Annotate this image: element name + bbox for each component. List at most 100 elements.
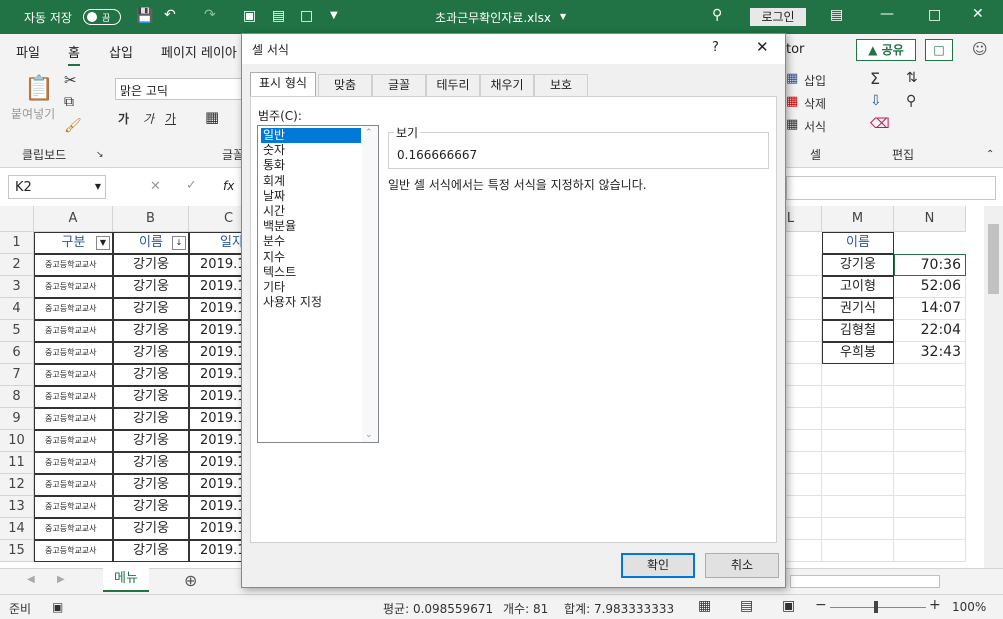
clipboard-launcher-icon[interactable]: ↘ — [96, 150, 104, 160]
tab-partial[interactable]: tor — [786, 42, 804, 57]
find-select-icon[interactable]: ⚲ — [906, 93, 916, 109]
table-cell[interactable] — [822, 474, 894, 496]
table-cell[interactable]: 강기웅 — [113, 496, 189, 518]
summary-time-cell[interactable]: 22:04 — [894, 320, 966, 342]
table-cell[interactable]: 강기웅 — [113, 364, 189, 386]
add-sheet-icon[interactable]: ⊕ — [184, 571, 197, 590]
summary-time-cell[interactable]: 70:36 — [894, 254, 966, 276]
row-header[interactable]: 13 — [0, 496, 34, 518]
copy-icon[interactable]: ⧉ — [64, 94, 74, 110]
scroll-next-sheet-icon[interactable]: ▶ — [57, 574, 65, 585]
title-dropdown-icon[interactable]: ▼ — [560, 12, 566, 21]
normal-view-icon[interactable]: ▦ — [698, 598, 711, 614]
summary-time-cell[interactable]: 32:43 — [894, 342, 966, 364]
function-icon[interactable]: fx — [223, 179, 234, 193]
save-icon[interactable]: 💾 — [136, 8, 153, 24]
category-item[interactable]: 분수 — [261, 234, 361, 249]
formula-input[interactable] — [786, 176, 996, 200]
insert-cells-icon[interactable]: ▦ — [786, 71, 798, 86]
sort-filter-active-icon[interactable]: ↓ — [172, 236, 186, 250]
row-header[interactable]: 9 — [0, 408, 34, 430]
comments-button[interactable]: □ — [925, 39, 953, 61]
table-cell[interactable]: 강기웅 — [113, 342, 189, 364]
table-cell[interactable] — [894, 540, 966, 562]
category-item[interactable]: 텍스트 — [261, 265, 361, 280]
autosum-icon[interactable]: Σ — [870, 69, 880, 88]
category-item[interactable]: 날짜 — [261, 189, 361, 204]
table-cell[interactable] — [822, 386, 894, 408]
undo-icon[interactable]: ↶ — [164, 7, 176, 23]
table-header-cell[interactable]: 이름 — [822, 232, 894, 254]
summary-name-cell[interactable]: 김형철 — [822, 320, 894, 342]
table-cell[interactable]: 강기웅 — [113, 254, 189, 276]
table-cell[interactable] — [894, 408, 966, 430]
row-header[interactable]: 4 — [0, 298, 34, 320]
collapse-ribbon-icon[interactable]: ⌃ — [986, 149, 994, 160]
table-cell[interactable]: 중고등학교교사 — [34, 408, 113, 430]
table-cell[interactable]: 중고등학교교사 — [34, 254, 113, 276]
zoom-slider[interactable] — [830, 607, 926, 608]
minimize-icon[interactable]: — — [880, 6, 894, 22]
confirm-entry-icon[interactable]: ✓ — [186, 178, 197, 193]
zoom-in-icon[interactable]: + — [929, 597, 941, 613]
bold-button[interactable]: 가 — [118, 110, 129, 127]
scroll-prev-sheet-icon[interactable]: ◀ — [27, 574, 35, 585]
cancel-entry-icon[interactable]: ✕ — [150, 179, 161, 194]
table-cell[interactable]: 중고등학교교사 — [34, 276, 113, 298]
table-cell[interactable]: 강기웅 — [113, 276, 189, 298]
table-cell[interactable]: 중고등학교교사 — [34, 540, 113, 562]
category-item[interactable]: 일반 — [261, 128, 361, 143]
table-cell[interactable]: 중고등학교교사 — [34, 430, 113, 452]
ribbon-display-icon[interactable]: ▤ — [830, 7, 843, 23]
table-cell[interactable]: 강기웅 — [113, 518, 189, 540]
tab-home[interactable]: 홈 — [68, 42, 80, 67]
row-header[interactable]: 5 — [0, 320, 34, 342]
row-header[interactable]: 14 — [0, 518, 34, 540]
tab-alignment[interactable]: 맞춤 — [318, 74, 372, 96]
sort-filter-icon[interactable]: ⇅ — [906, 70, 918, 86]
delete-cells-icon[interactable]: ▦ — [786, 94, 798, 109]
page-layout-view-icon[interactable]: ▤ — [740, 598, 753, 614]
login-button[interactable]: 로그인 — [750, 8, 806, 26]
table-cell[interactable]: 강기웅 — [113, 474, 189, 496]
tab-font[interactable]: 글꼴 — [372, 74, 426, 96]
new-file-icon[interactable]: □ — [300, 8, 313, 24]
table-cell[interactable] — [894, 474, 966, 496]
scrollbar-thumb[interactable] — [988, 224, 999, 294]
zoom-slider-thumb[interactable] — [874, 601, 878, 613]
table-cell[interactable]: 중고등학교교사 — [34, 474, 113, 496]
table-cell[interactable] — [822, 408, 894, 430]
tab-number-format[interactable]: 표시 형식 — [250, 72, 316, 96]
vertical-scrollbar[interactable] — [984, 206, 1003, 568]
table-cell[interactable]: 중고등학교교사 — [34, 298, 113, 320]
table-cell[interactable]: 강기웅 — [113, 430, 189, 452]
scroll-down-icon[interactable]: ⌄ — [365, 430, 373, 440]
table-cell[interactable]: 강기웅 — [113, 386, 189, 408]
tab-page-layout[interactable]: 페이지 레이아 — [161, 42, 237, 61]
category-item[interactable]: 숫자 — [261, 143, 361, 158]
chevron-down-icon[interactable]: ▼ — [95, 182, 101, 191]
table-cell[interactable]: 중고등학교교사 — [34, 364, 113, 386]
table-cell[interactable] — [894, 364, 966, 386]
table-cell[interactable] — [894, 496, 966, 518]
table-cell[interactable] — [894, 386, 966, 408]
row-header[interactable]: 6 — [0, 342, 34, 364]
table-cell[interactable] — [894, 518, 966, 540]
redo-icon[interactable]: ↷ — [204, 7, 216, 23]
table-cell[interactable]: 강기웅 — [113, 408, 189, 430]
row-header[interactable]: 8 — [0, 386, 34, 408]
row-header[interactable]: 10 — [0, 430, 34, 452]
category-item[interactable]: 기타 — [261, 280, 361, 295]
maximize-icon[interactable]: □ — [928, 7, 941, 23]
customize-qat-icon[interactable]: ▼ — [330, 10, 338, 21]
table-cell[interactable] — [894, 430, 966, 452]
horizontal-scrollbar[interactable] — [790, 575, 940, 588]
table-cell[interactable]: 중고등학교교사 — [34, 518, 113, 540]
format-painter-icon[interactable]: 🖌 — [64, 118, 82, 134]
delete-cells-label[interactable]: 삭제 — [804, 95, 826, 112]
summary-time-cell[interactable]: 52:06 — [894, 276, 966, 298]
table-cell[interactable] — [822, 540, 894, 562]
dialog-close-icon[interactable]: ✕ — [756, 38, 769, 56]
table-cell[interactable] — [822, 518, 894, 540]
camera-icon[interactable]: ▣ — [243, 8, 256, 24]
